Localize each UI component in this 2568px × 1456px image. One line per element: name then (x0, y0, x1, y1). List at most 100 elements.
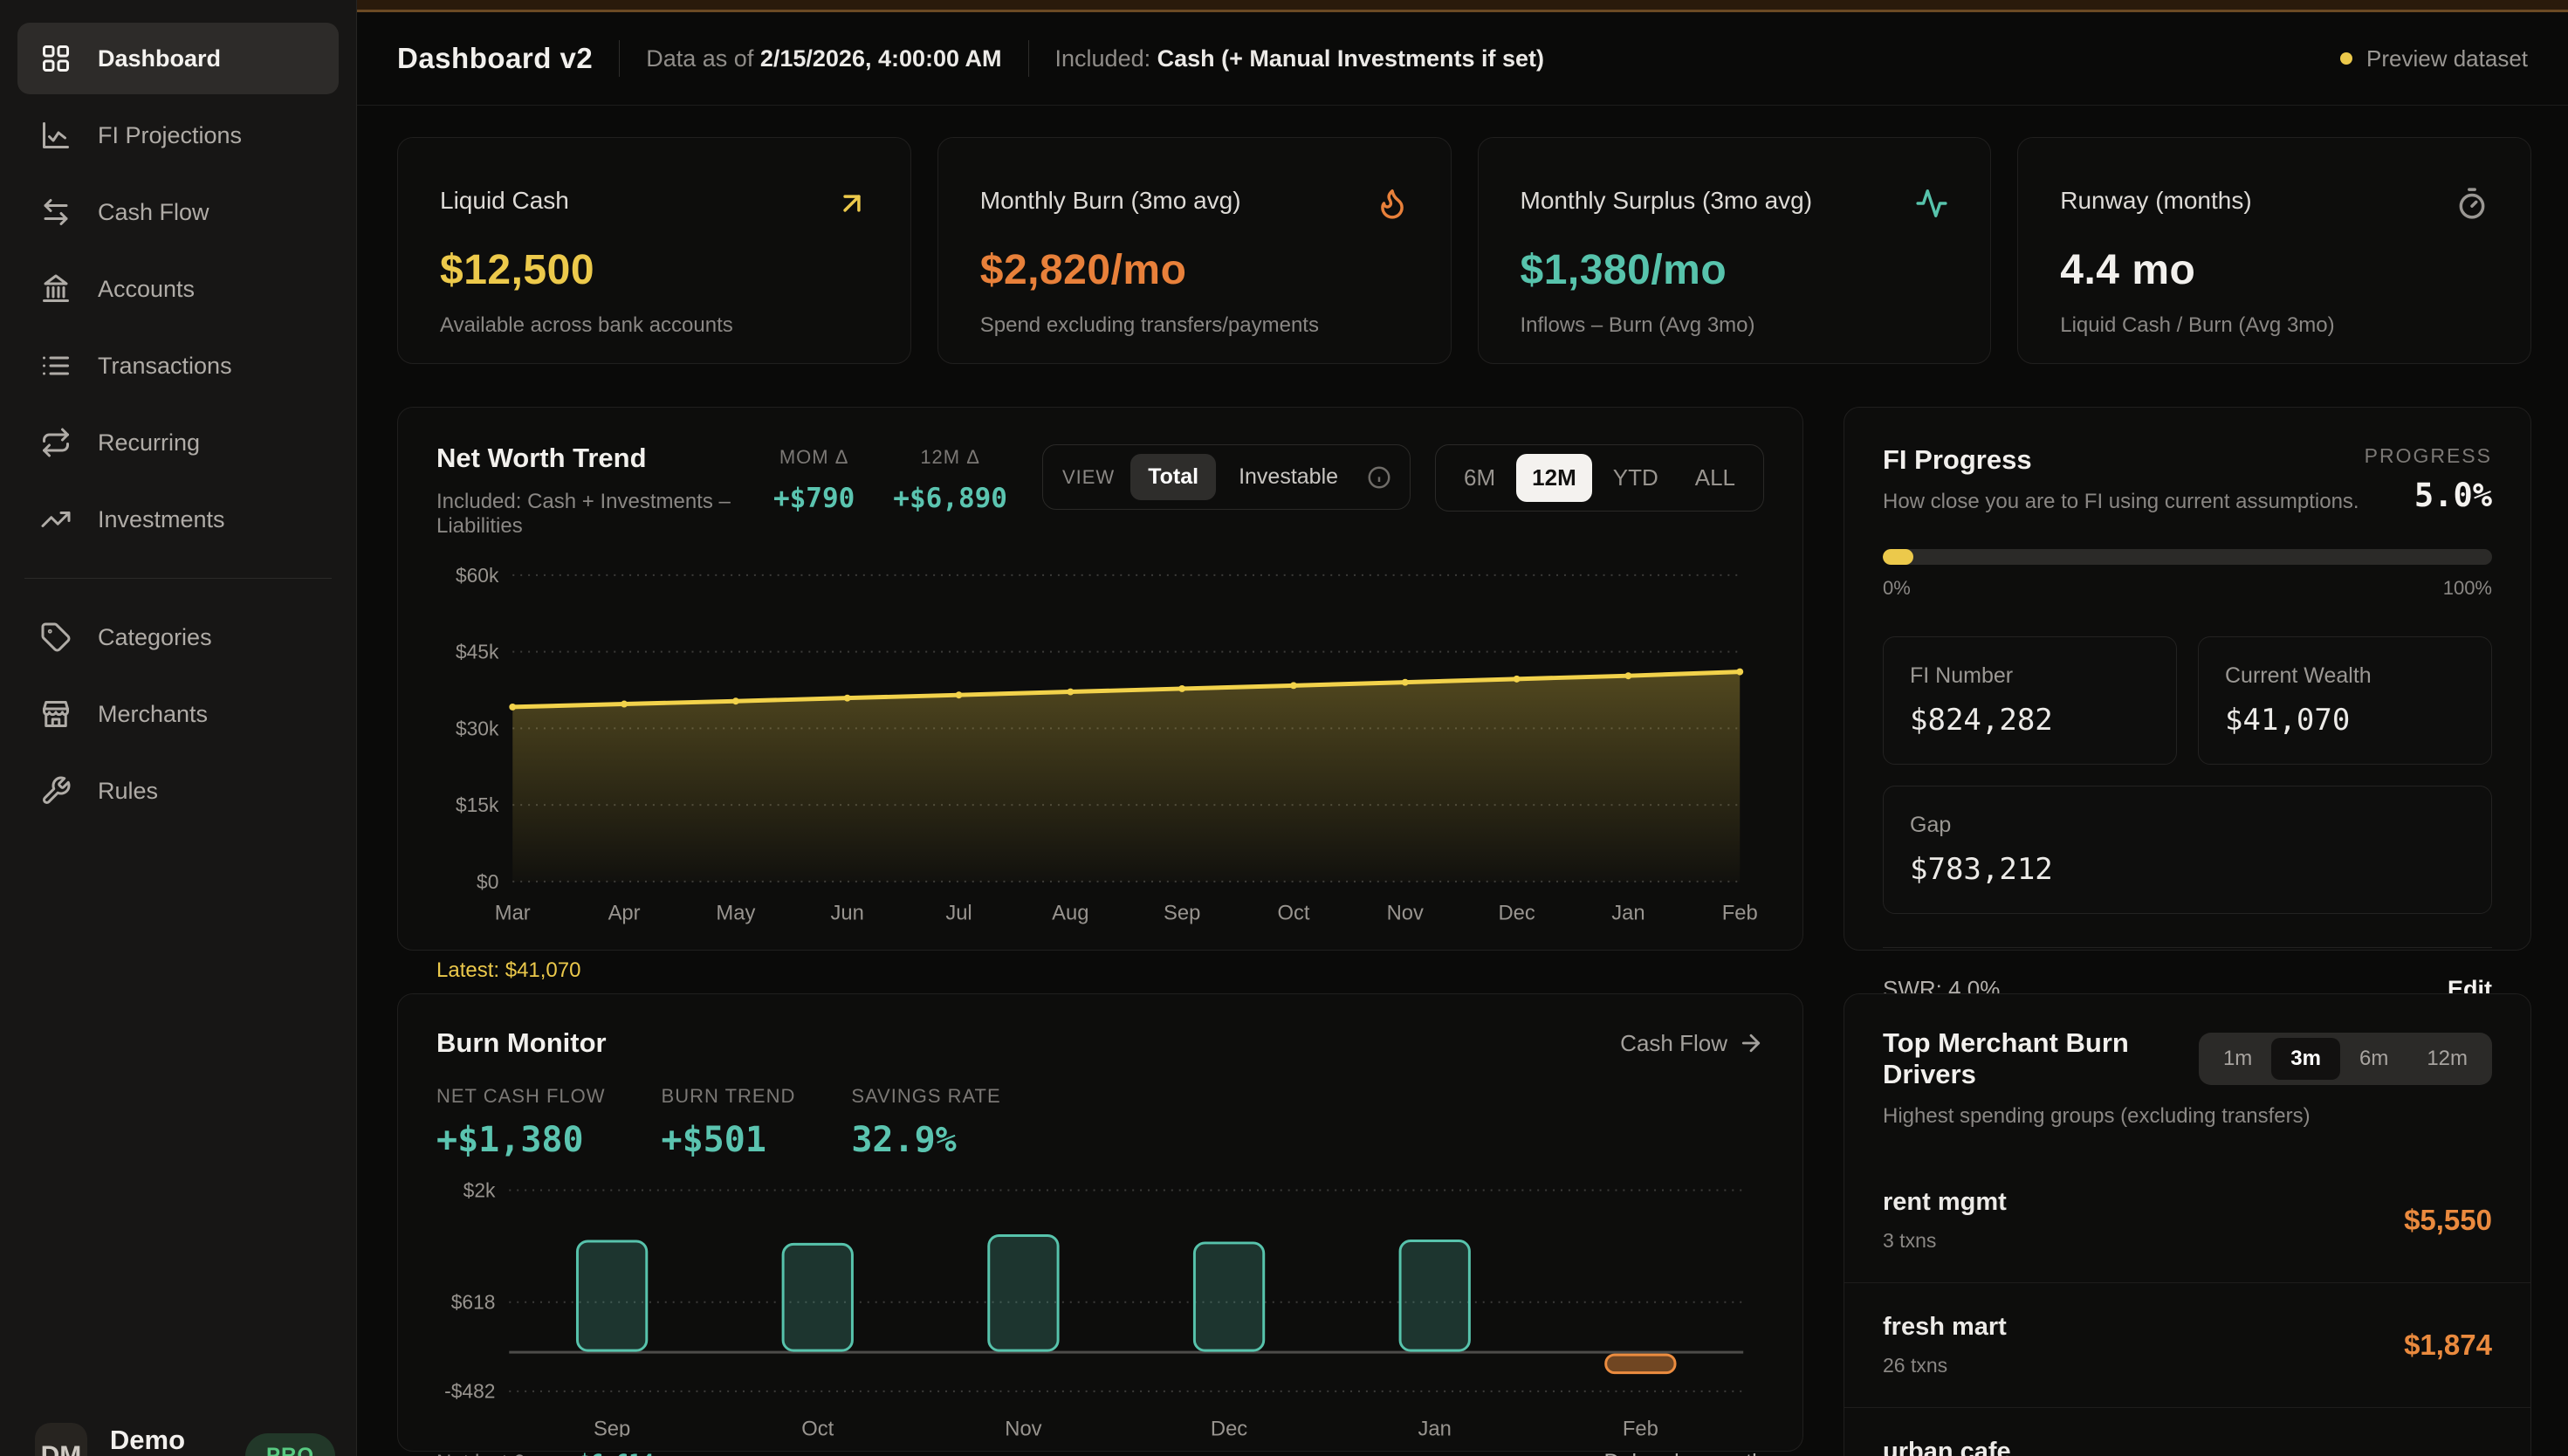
merchant-list: rent mgmt 3 txns $5,550 fresh mart 26 tx… (1844, 1158, 2530, 1456)
page-header: Dashboard v2 Data as of 2/15/2026, 4:00:… (357, 12, 2568, 106)
row-burn: Burn Monitor Cash Flow NET CASH FLOW +$1… (397, 993, 2531, 1456)
sidebar-item-label: Transactions (98, 353, 232, 380)
page-title: Dashboard v2 (397, 42, 593, 75)
kpi-card-monthly-surplus: Monthly Surplus (3mo avg) $1,380/mo Infl… (1478, 137, 1992, 364)
merchant-row[interactable]: fresh mart 26 txns $1,874 (1844, 1282, 2530, 1407)
kpi-title: Liquid Cash (440, 187, 569, 215)
timer-icon (2455, 187, 2489, 220)
svg-text:$15k: $15k (456, 793, 499, 816)
svg-text:Nov: Nov (1005, 1417, 1041, 1437)
merchant-txns: 3 txns (1883, 1229, 2007, 1253)
burn-chart: $2k$618-$482SepOctNovDecJanFeb (436, 1174, 1764, 1441)
merchant-range-3m[interactable]: 3m (2271, 1038, 2340, 1080)
pro-badge: PRO (245, 1433, 335, 1456)
cash-flow-link[interactable]: Cash Flow (1620, 1030, 1764, 1057)
current-wealth-label: Current Wealth (2225, 663, 2465, 689)
merchant-name: rent mgmt (1883, 1188, 2007, 1217)
main: Liquid Cash $12,500 Available across ban… (357, 106, 2568, 1456)
svg-text:Jan: Jan (1611, 901, 1644, 924)
sidebar-item-recurring[interactable]: Recurring (17, 407, 339, 478)
progress-label: PROGRESS (2365, 444, 2492, 468)
sidebar-item-merchants[interactable]: Merchants (17, 678, 339, 750)
kpi-subtitle: Spend excluding transfers/payments (980, 313, 1409, 338)
bank-icon (40, 273, 72, 305)
mom-delta-value: +$790 (773, 483, 855, 514)
range-all[interactable]: ALL (1679, 454, 1751, 502)
merchant-amount: $5,550 (2404, 1204, 2492, 1237)
progress-value: 5.0% (2365, 477, 2492, 514)
sidebar-nav: Dashboard FI Projections Cash Flow Accou… (0, 0, 356, 827)
range-6m[interactable]: 6M (1448, 454, 1511, 502)
data-as-of: Data as of 2/15/2026, 4:00:00 AM (646, 45, 1001, 72)
view-option-total[interactable]: Total (1130, 454, 1216, 500)
included-scope: Included: Cash (+ Manual Investments if … (1055, 45, 1544, 72)
debug-by-month-label: Debug by month (1604, 1450, 1764, 1456)
merchant-drivers-panel: Top Merchant Burn Drivers 1m 3m 6m 12m H… (1844, 993, 2531, 1456)
arrow-up-right-icon (1573, 1452, 1596, 1456)
net-last-6mo: Net last 6mo: +$6,614 (436, 1450, 654, 1456)
svg-text:$60k: $60k (456, 564, 499, 587)
burn-stats: NET CASH FLOW +$1,380 BURN TREND +$501 S… (436, 1085, 1764, 1160)
scale-max: 100% (2443, 577, 2492, 600)
gap-value: $783,212 (1910, 852, 2465, 887)
merchant-row[interactable]: urban cafe 65 txns $390 (1844, 1407, 2530, 1456)
sidebar-item-fi-projections[interactable]: FI Projections (17, 100, 339, 171)
burn-trend-value: +$501 (662, 1120, 796, 1160)
sidebar-item-rules[interactable]: Rules (17, 755, 339, 827)
merchant-row[interactable]: rent mgmt 3 txns $5,550 (1844, 1158, 2530, 1282)
debug-by-month-link[interactable]: Debug by month (1573, 1450, 1764, 1456)
wrench-icon (40, 775, 72, 807)
net-cash-flow-value: +$1,380 (436, 1120, 606, 1160)
range-12m[interactable]: 12M (1516, 454, 1592, 502)
view-label: VIEW (1062, 466, 1115, 489)
sidebar-item-label: FI Projections (98, 122, 242, 149)
merchant-range-1m[interactable]: 1m (2204, 1038, 2271, 1080)
kpi-value: $2,820/mo (980, 246, 1409, 294)
kpi-value: $1,380/mo (1521, 246, 1949, 294)
merchant-txns: 26 txns (1883, 1354, 2007, 1377)
user-name: Demo User (110, 1425, 223, 1456)
view-option-investable[interactable]: Investable (1221, 454, 1356, 500)
svg-text:Jul: Jul (945, 901, 972, 924)
sidebar-item-dashboard[interactable]: Dashboard (17, 23, 339, 94)
grid-icon (40, 43, 72, 74)
cash-flow-link-label: Cash Flow (1620, 1030, 1727, 1057)
net-worth-chart: $0$15k$30k$45k$60kMarAprMayJunJulAugSepO… (436, 561, 1764, 953)
twelve-month-delta-label: 12M Δ (893, 446, 1007, 469)
kpi-value: 4.4 mo (2060, 246, 2489, 294)
range-ytd[interactable]: YTD (1597, 454, 1674, 502)
sidebar-item-investments[interactable]: Investments (17, 484, 339, 555)
merchant-range-12m[interactable]: 12m (2407, 1038, 2487, 1080)
sidebar-item-categories[interactable]: Categories (17, 601, 339, 673)
sidebar-item-label: Cash Flow (98, 199, 209, 226)
sidebar-item-label: Recurring (98, 429, 200, 457)
range-toggle: 6M 12M YTD ALL (1435, 444, 1764, 512)
merchant-range-6m[interactable]: 6m (2340, 1038, 2407, 1080)
arrow-up-right-icon (835, 187, 869, 220)
sidebar-item-cash-flow[interactable]: Cash Flow (17, 176, 339, 248)
arrow-right-icon (1738, 1030, 1764, 1056)
kpi-row: Liquid Cash $12,500 Available across ban… (397, 137, 2531, 364)
included-value: Cash (+ Manual Investments if set) (1157, 45, 1544, 72)
user-menu[interactable]: DM Demo User PRO (35, 1423, 335, 1456)
included-label: Included: (1055, 45, 1151, 72)
burn-trend-label: BURN TREND (662, 1085, 796, 1108)
preview-dataset-chip[interactable]: Preview dataset (2340, 45, 2528, 72)
fi-number-box: FI Number $824,282 (1883, 636, 2177, 765)
info-icon[interactable] (1366, 464, 1392, 491)
activity-icon (1915, 187, 1948, 220)
svg-text:Oct: Oct (801, 1417, 834, 1437)
merchant-amount: $1,874 (2404, 1329, 2492, 1362)
accent-strip (357, 0, 2568, 12)
latest-value-label: Latest: $41,070 (436, 958, 1764, 983)
fi-progress-fill (1883, 549, 1913, 565)
sidebar-item-transactions[interactable]: Transactions (17, 330, 339, 402)
kpi-subtitle: Available across bank accounts (440, 313, 869, 338)
sidebar-item-label: Merchants (98, 701, 208, 728)
avatar: DM (35, 1423, 87, 1456)
sidebar-divider (24, 578, 332, 579)
svg-text:$2k: $2k (463, 1178, 496, 1201)
sidebar-item-accounts[interactable]: Accounts (17, 253, 339, 325)
net-worth-title: Net Worth Trend (436, 443, 773, 474)
data-as-of-value: 2/15/2026, 4:00:00 AM (760, 45, 1002, 72)
